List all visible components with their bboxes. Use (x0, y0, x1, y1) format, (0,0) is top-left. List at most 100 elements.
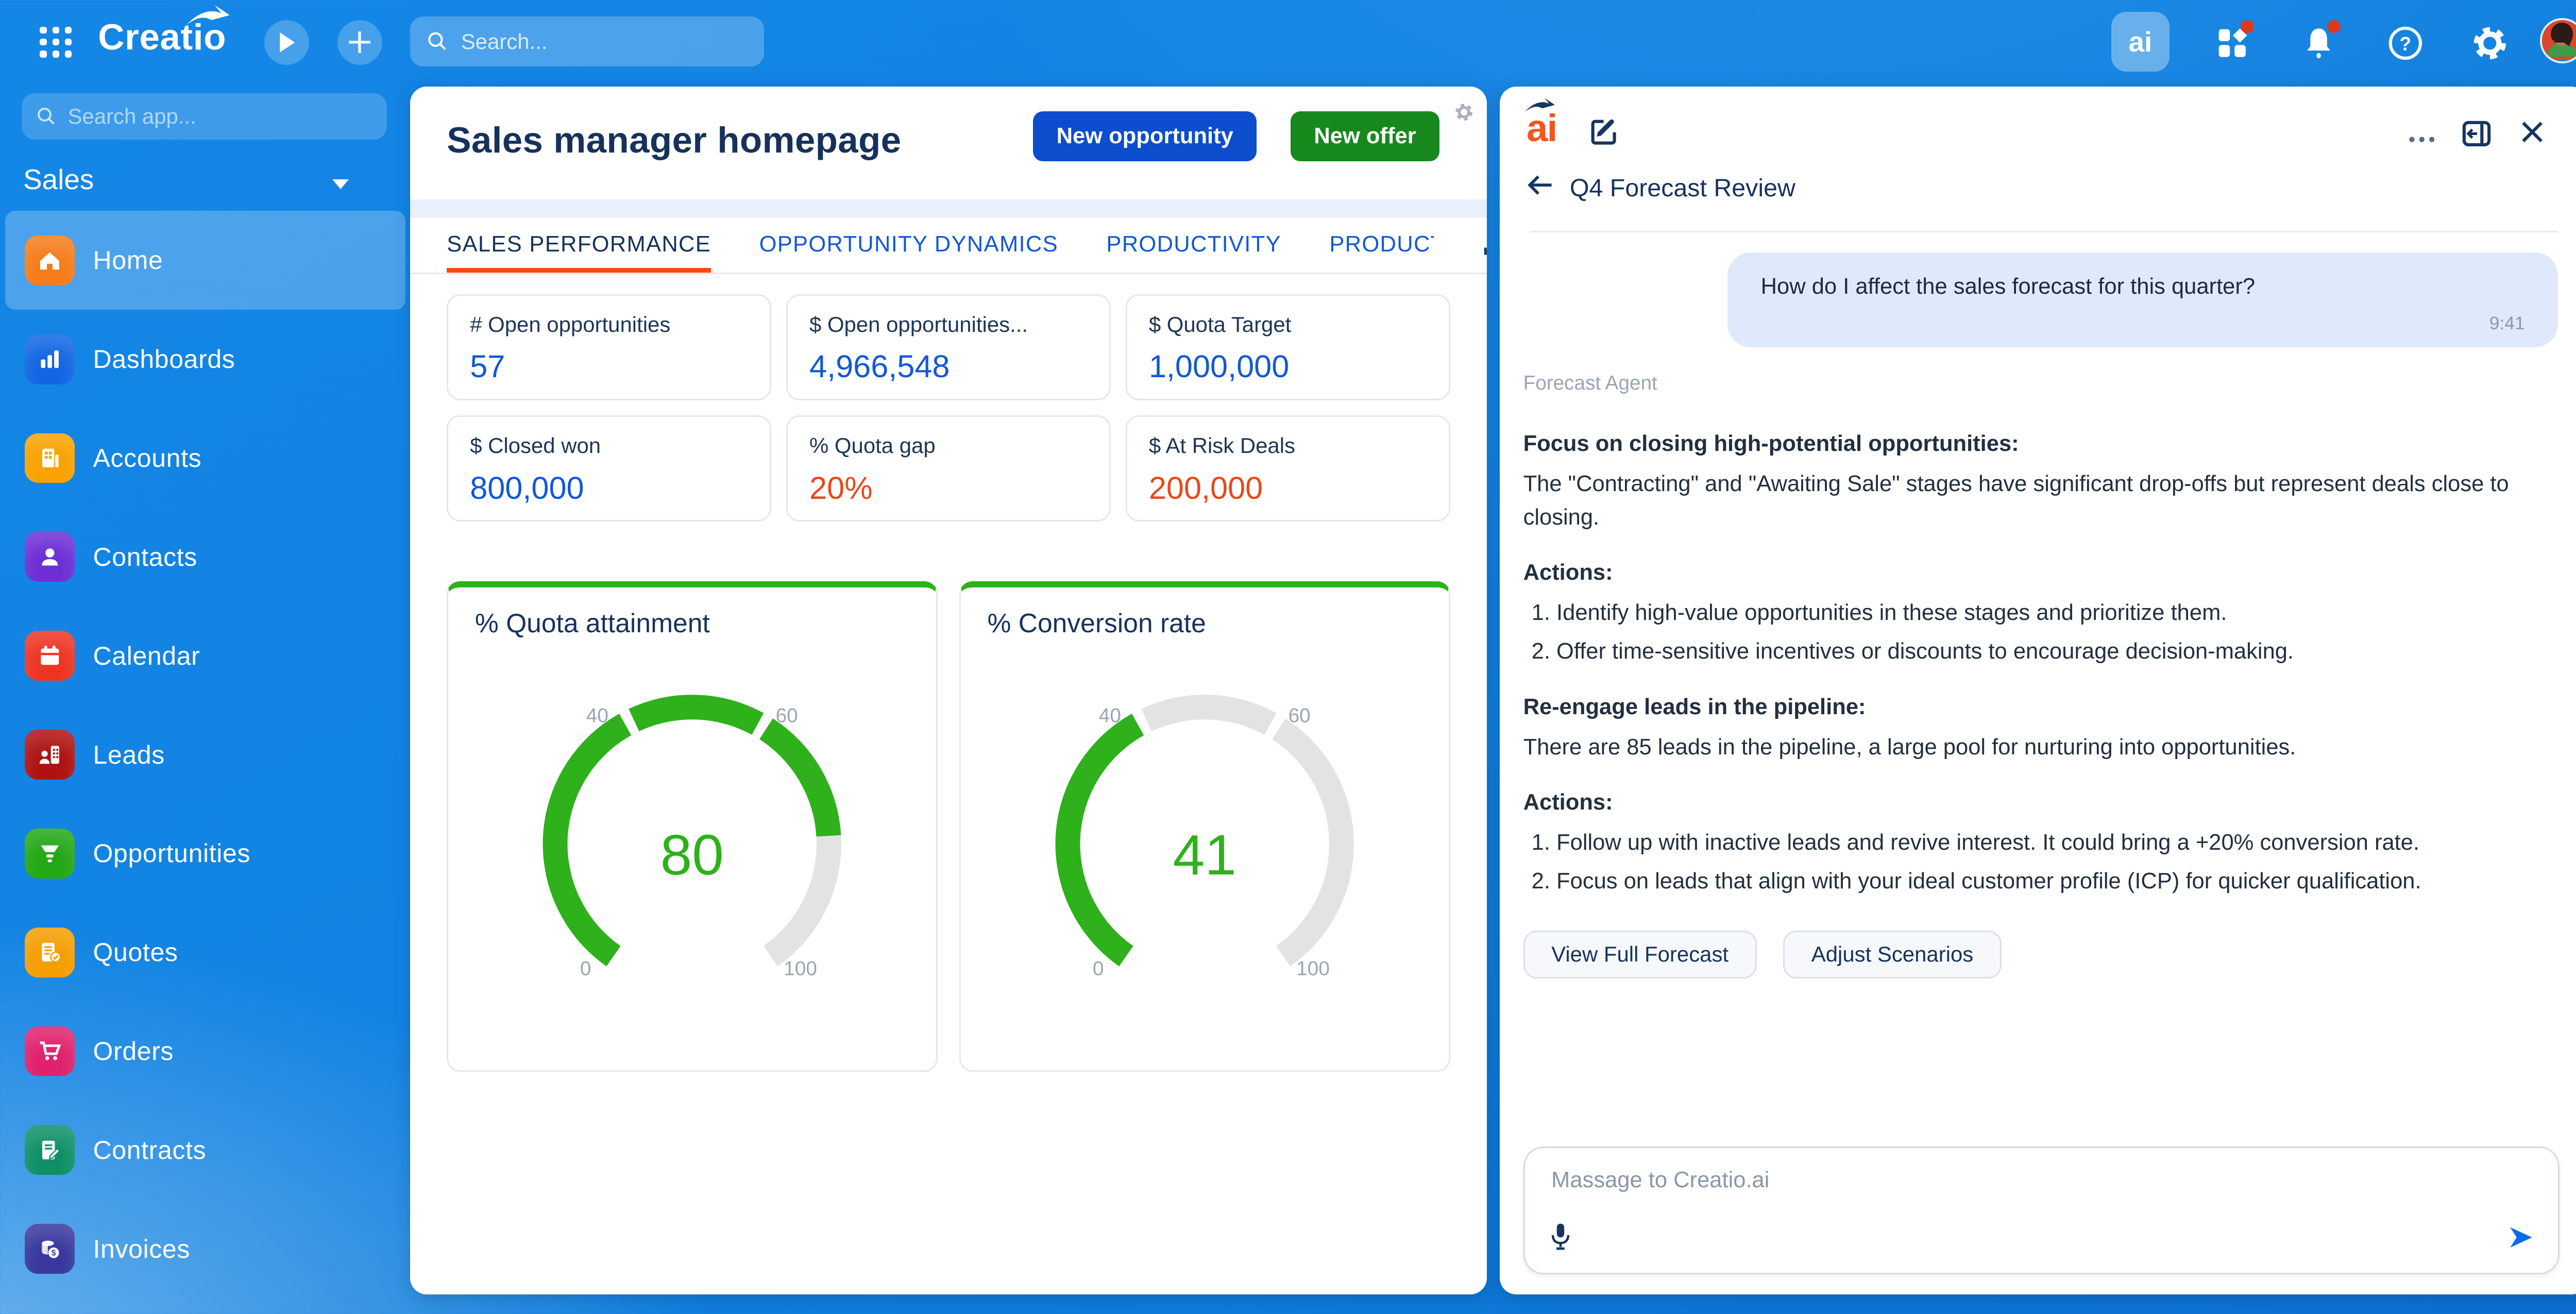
contracts-icon (25, 1125, 75, 1175)
sidebar-item-quotes[interactable]: Quotes (0, 903, 410, 1002)
copilot-button[interactable]: ai (2111, 11, 2170, 72)
microphone-icon (1551, 1223, 1570, 1250)
metric-value: 800,000 (470, 470, 584, 506)
chat-list: Identify high-value opportunities in the… (1532, 596, 2548, 668)
workspace-selector[interactable]: Sales (23, 163, 94, 196)
tab-products[interactable]: PRODUCTS (1329, 217, 1434, 273)
plus-icon (349, 31, 370, 54)
sidebar-item-label: Contracts (93, 1135, 207, 1165)
sidebar-item-label: Invoices (93, 1234, 190, 1264)
gauge-value: 41 (1173, 823, 1236, 887)
svg-text:0: 0 (580, 957, 591, 980)
metric-label: $ Open opportunities... (809, 312, 1028, 336)
send-button[interactable] (2507, 1223, 2535, 1258)
sidebar-item-invoices[interactable]: $ Invoices (0, 1200, 410, 1299)
compose-icon (1591, 119, 1616, 145)
metric-open-opportunities-count: # Open opportunities 57 (447, 294, 772, 400)
global-search[interactable] (410, 16, 765, 66)
collapse-panel-button[interactable] (2462, 120, 2492, 154)
sidebar-nav: Home Dashboards Accounts Contacts Calend… (0, 211, 410, 1298)
back-button[interactable] (1527, 173, 1555, 204)
metric-value: 200,000 (1148, 470, 1263, 506)
top-bar: Creatio ai ? (0, 0, 2576, 83)
metric-value: 57 (470, 349, 505, 384)
tab-opportunity-dynamics[interactable]: OPPORTUNITY DYNAMICS (759, 217, 1058, 273)
chat-heading: Focus on closing high-potential opportun… (1523, 431, 2019, 456)
sidebar-item-orders[interactable]: Orders (0, 1002, 410, 1101)
voice-input-button[interactable] (1550, 1222, 1571, 1258)
app-search[interactable] (21, 93, 387, 140)
user-avatar[interactable] (2539, 18, 2576, 63)
page-header: Sales manager homepage New opportunity N… (410, 86, 1487, 199)
creatio-ai-logo: ai (1524, 98, 1557, 150)
agent-label: Forecast Agent (1523, 372, 1657, 395)
new-chat-button[interactable] (1588, 116, 1619, 154)
creatio-app: Creatio ai ? (0, 0, 2576, 1314)
tab-label: PRODUCTIVITY (1106, 231, 1281, 257)
more-icon (2409, 137, 2435, 142)
metric-label: # Open opportunities (470, 312, 671, 336)
conversion-rate-gauge: % Conversion rate 40 60 0 100 41 (959, 581, 1450, 1072)
more-options-button[interactable] (2409, 120, 2435, 150)
adjust-scenarios-button[interactable]: Adjust Scenarios (1783, 930, 2002, 979)
new-opportunity-button[interactable]: New opportunity (1033, 111, 1257, 161)
sidebar-item-contacts[interactable]: Contacts (0, 508, 410, 607)
message-composer[interactable] (1523, 1146, 2560, 1274)
marketplace-button[interactable] (2214, 20, 2255, 61)
page-settings-button[interactable] (1455, 96, 1473, 127)
sidebar-item-leads[interactable]: Leads (0, 705, 410, 804)
close-panel-button[interactable] (2520, 120, 2545, 150)
dashboard-body: SALES PERFORMANCE OPPORTUNITY DYNAMICS P… (410, 217, 1487, 1294)
metric-value: 20% (809, 470, 873, 506)
sidebar: Sales Home Dashboards Accounts Contacts … (0, 83, 410, 1314)
metric-cards: # Open opportunities 57 $ Open opportuni… (447, 294, 1450, 522)
view-full-forecast-button[interactable]: View Full Forecast (1523, 930, 1757, 979)
sidebar-item-label: Home (93, 246, 163, 275)
gauge-widgets: % Quota attainment 40 60 0 100 80 % Conv… (447, 581, 1450, 1072)
settings-button[interactable] (2472, 25, 2509, 61)
user-message-text: How do I affect the sales forecast for t… (1760, 274, 2256, 299)
agent-response: Focus on closing high-potential opportun… (1523, 406, 2548, 915)
chat-heading: Re-engage leads in the pipeline: (1523, 694, 1866, 719)
global-search-input[interactable] (461, 29, 748, 54)
dashboards-icon (25, 334, 75, 384)
sidebar-item-label: Dashboards (93, 345, 235, 374)
sidebar-item-accounts[interactable]: Accounts (0, 409, 410, 508)
chat-action-buttons: View Full Forecast Adjust Scenarios (1523, 930, 2002, 979)
back-arrow-icon (1528, 175, 1552, 195)
chat-list-item: Focus on leads that align with your idea… (1556, 865, 2548, 898)
sidebar-item-calendar[interactable]: Calendar (0, 607, 410, 705)
svg-text:40: 40 (1099, 704, 1121, 727)
gear-icon (1455, 103, 1473, 121)
app-search-input[interactable] (67, 104, 372, 129)
svg-text:60: 60 (1289, 704, 1311, 727)
chat-list-item: Offer time-sensitive incentives or disco… (1556, 635, 2548, 668)
orders-icon (25, 1026, 75, 1076)
chat-title: Q4 Forecast Review (1569, 174, 1795, 203)
tab-productivity[interactable]: PRODUCTIVITY (1106, 217, 1281, 273)
sidebar-item-contracts[interactable]: Contracts (0, 1101, 410, 1200)
app-launcher-icon[interactable] (40, 26, 73, 58)
creatio-logo[interactable]: Creatio (98, 5, 230, 58)
notifications-button[interactable] (2301, 20, 2341, 61)
chevron-down-icon[interactable] (332, 179, 349, 189)
panel-collapse-icon (2463, 121, 2491, 147)
sidebar-item-home[interactable]: Home (0, 211, 410, 311)
invoices-icon: $ (25, 1224, 75, 1274)
add-button[interactable] (337, 20, 382, 65)
new-offer-button[interactable]: New offer (1291, 111, 1439, 161)
play-button[interactable] (264, 20, 309, 65)
metric-closed-won: $ Closed won 800,000 (447, 415, 772, 522)
sidebar-item-dashboards[interactable]: Dashboards (0, 310, 410, 409)
accounts-icon (25, 433, 75, 483)
sidebar-item-opportunities[interactable]: Opportunities (0, 804, 410, 903)
gauge-value: 80 (660, 823, 724, 887)
sidebar-item-label: Opportunities (93, 839, 251, 868)
tab-sales-performance[interactable]: SALES PERFORMANCE (447, 217, 711, 273)
metric-label: $ Closed won (470, 433, 601, 458)
help-button[interactable]: ? (2387, 25, 2424, 61)
sidebar-item-label: Quotes (93, 938, 178, 967)
message-input[interactable] (1551, 1168, 2532, 1193)
metric-value: 1,000,000 (1148, 349, 1290, 384)
expand-tabs-button[interactable] (1482, 217, 1487, 273)
